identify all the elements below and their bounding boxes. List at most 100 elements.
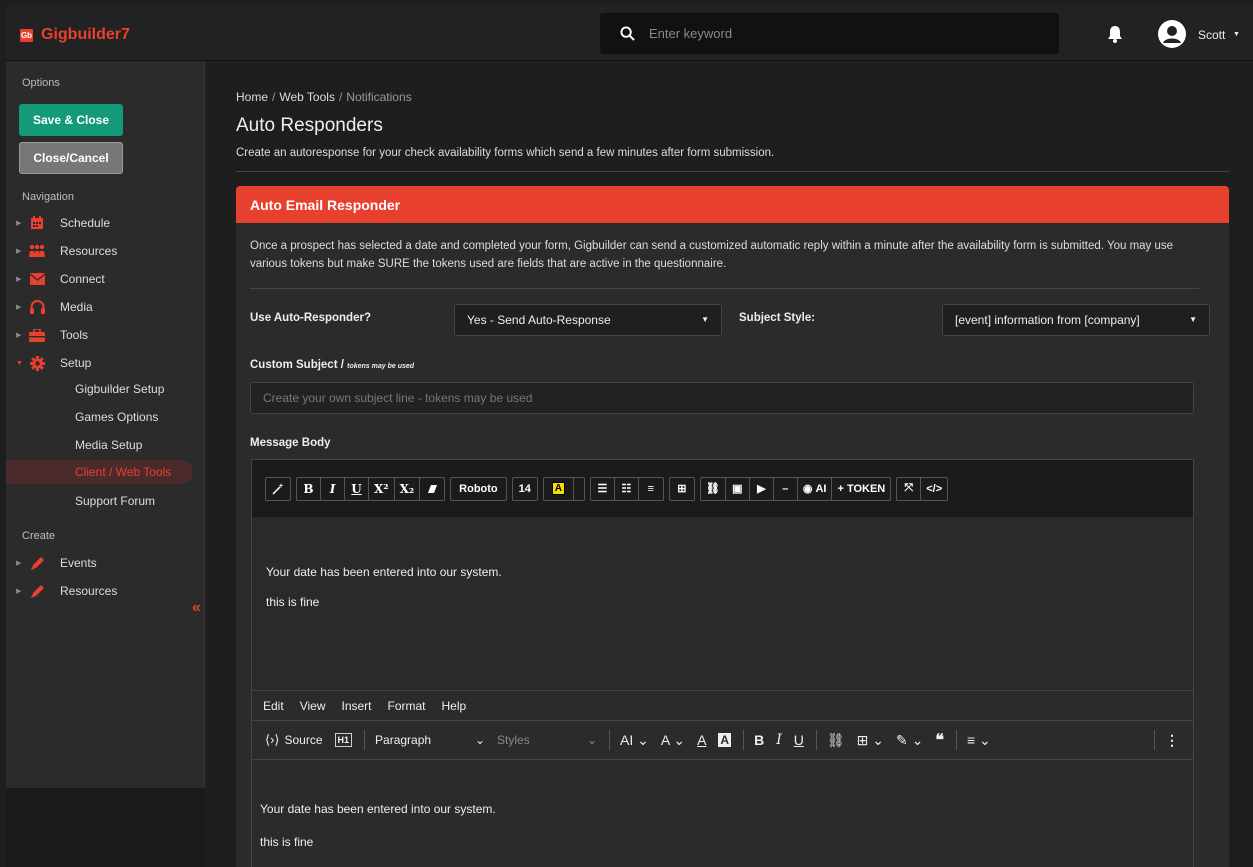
font-size-button[interactable]: 14 [513, 478, 537, 500]
font-family-button[interactable]: Roboto [451, 478, 505, 500]
robot-icon: ◉ [802, 483, 813, 495]
chevron-down-icon[interactable]: ▼ [1233, 31, 1240, 38]
token-button[interactable]: + TOKEN [832, 478, 890, 500]
highlight-icon[interactable]: ✎ ⌄ [896, 732, 923, 749]
close-cancel-button[interactable]: Close/Cancel [19, 142, 123, 174]
breadcrumb-home[interactable]: Home [236, 90, 268, 104]
font-background-icon[interactable]: A [718, 733, 732, 747]
underline-button[interactable]: U [345, 477, 369, 500]
highlight-color-icon[interactable]: A [544, 477, 574, 500]
nav-label: Resources [60, 584, 118, 598]
image-icon[interactable]: ▣ [726, 477, 750, 500]
menu-help[interactable]: Help [442, 699, 467, 713]
code-view-button[interactable]: </> [921, 478, 947, 500]
sidebar-item-media-setup[interactable]: Media Setup [6, 433, 193, 457]
superscript-button[interactable]: X² [369, 477, 395, 500]
eraser-icon[interactable] [420, 478, 444, 500]
collapse-sidebar-icon[interactable]: « [192, 599, 201, 617]
create-label: Create [22, 530, 56, 542]
numbered-list-icon[interactable]: ☷ [615, 477, 639, 500]
link-icon[interactable]: ⛓ [701, 477, 726, 500]
nav-label: Media [60, 300, 93, 314]
bold-icon[interactable]: B [754, 732, 764, 748]
subject-style-select[interactable]: [event] information from [company] ▼ [942, 304, 1210, 336]
menu-insert[interactable]: Insert [341, 699, 371, 713]
italic-button[interactable]: I [321, 477, 345, 500]
bullet-list-icon[interactable]: ☰ [591, 477, 615, 500]
chevron-down-icon: ▼ [701, 315, 709, 324]
fullscreen-icon[interactable]: ⤧ [897, 477, 922, 500]
nav-label: Connect [60, 272, 105, 286]
create-item-events[interactable]: ▶ Events [6, 551, 205, 575]
nav-item-connect[interactable]: ▶ Connect [6, 267, 205, 291]
blockquote-icon[interactable]: ❝ [935, 730, 944, 750]
caret-right-icon: ▶ [16, 332, 22, 339]
auto-email-responder-card: Auto Email Responder Once a prospect has… [236, 186, 1229, 867]
top-bar: Gb Gigbuilder7 Enter keyword Scott ▼ [6, 6, 1253, 61]
search-input[interactable]: Enter keyword [600, 13, 1059, 54]
rich-text-editor[interactable]: B I U X² X₂ Roboto 14 A ☰ ☷ ≡ ⊞ ⛓ ▣ ▶ – … [251, 459, 1194, 691]
magic-wand-icon[interactable] [266, 478, 290, 500]
nav-item-media[interactable]: ▶ Media [6, 295, 205, 319]
toolbox-icon [28, 328, 46, 342]
brand[interactable]: Gb Gigbuilder7 [20, 26, 130, 44]
table-icon[interactable]: ⊞ ⌄ [857, 732, 884, 749]
table-icon[interactable]: ⊞ [670, 478, 694, 500]
nav-label: Tools [60, 328, 89, 342]
nav-item-tools[interactable]: ▶ Tools [6, 323, 205, 347]
user-avatar-icon[interactable] [1158, 20, 1186, 48]
align-icon[interactable]: ≡ [639, 478, 663, 500]
sidebar-item-client-web-tools[interactable]: Client / Web Tools [6, 460, 193, 484]
sidebar-item-gigbuilder-setup[interactable]: Gigbuilder Setup [6, 377, 193, 401]
page-title: Auto Responders [236, 115, 383, 136]
caret-right-icon: ▶ [16, 248, 22, 255]
color-dropdown[interactable] [574, 478, 584, 500]
nav-item-resources[interactable]: ▶ Resources [6, 239, 205, 263]
video-icon[interactable]: ▶ [750, 477, 774, 500]
menu-edit[interactable]: Edit [263, 699, 284, 713]
brand-name: Gigbuilder7 [41, 26, 130, 43]
bold-button[interactable]: B [297, 477, 321, 500]
sidebar-item-games-options[interactable]: Games Options [6, 405, 193, 429]
font-color-icon[interactable]: A [697, 732, 706, 748]
custom-subject-input[interactable]: Create your own subject line - tokens ma… [250, 382, 1194, 414]
menu-view[interactable]: View [300, 699, 326, 713]
italic-icon[interactable]: I [776, 732, 782, 748]
select-value: [event] information from [company] [955, 313, 1140, 327]
font-family-icon[interactable]: A ⌄ [661, 732, 685, 749]
styles-select[interactable]: Styles ⌄ [497, 733, 597, 747]
nav-item-setup[interactable]: ▼ Setup [6, 351, 205, 375]
custom-subject-label: Custom Subject / tokens may be used [250, 359, 415, 371]
save-close-button[interactable]: Save & Close [19, 104, 123, 136]
subscript-button[interactable]: X₂ [395, 477, 421, 500]
editor-toolbar: B I U X² X₂ Roboto 14 A ☰ ☷ ≡ ⊞ ⛓ ▣ ▶ – … [252, 460, 1193, 517]
editor-line: this is fine [260, 835, 314, 849]
editor-line: Your date has been entered into our syst… [260, 802, 496, 816]
nav-item-schedule[interactable]: ▶ Schedule [6, 211, 205, 235]
breadcrumb-web-tools[interactable]: Web Tools [279, 90, 335, 104]
custom-subject-note: tokens may be used [347, 363, 415, 370]
underline-icon[interactable]: U [794, 732, 804, 748]
editor2-toolbar: ⟨›⟩ Source H1 Paragraph ⌄ Styles ⌄ AI ⌄ A ⌄… [251, 720, 1194, 760]
source-icon: ⟨›⟩ [265, 732, 280, 747]
bell-icon[interactable] [1107, 25, 1123, 43]
sidebar-footer [6, 788, 205, 867]
align-icon[interactable]: ≡ ⌄ [967, 732, 991, 749]
calendar-icon [28, 216, 46, 230]
create-item-resources[interactable]: ▶ Resources [6, 579, 205, 603]
font-size-icon[interactable]: AI ⌄ [620, 732, 649, 749]
ai-button[interactable]: ◉ AI [798, 477, 833, 500]
heading-icon[interactable]: H1 [334, 733, 353, 747]
use-auto-responder-select[interactable]: Yes - Send Auto-Response ▼ [454, 304, 722, 336]
link-icon[interactable]: ⛓ [827, 732, 845, 749]
editor2-content[interactable]: Your date has been entered into our syst… [251, 760, 1194, 867]
sidebar-item-support-forum[interactable]: Support Forum [6, 489, 193, 513]
more-options-icon[interactable]: ⋮ [1165, 732, 1179, 749]
menu-format[interactable]: Format [388, 699, 426, 713]
source-button[interactable]: ⟨›⟩ Source [265, 732, 323, 748]
editor-line: Your date has been entered into our syst… [266, 565, 502, 579]
user-name[interactable]: Scott [1198, 28, 1225, 42]
divider [236, 171, 1229, 172]
paragraph-select[interactable]: Paragraph ⌄ [375, 733, 485, 747]
horizontal-rule-icon[interactable]: – [774, 477, 798, 500]
